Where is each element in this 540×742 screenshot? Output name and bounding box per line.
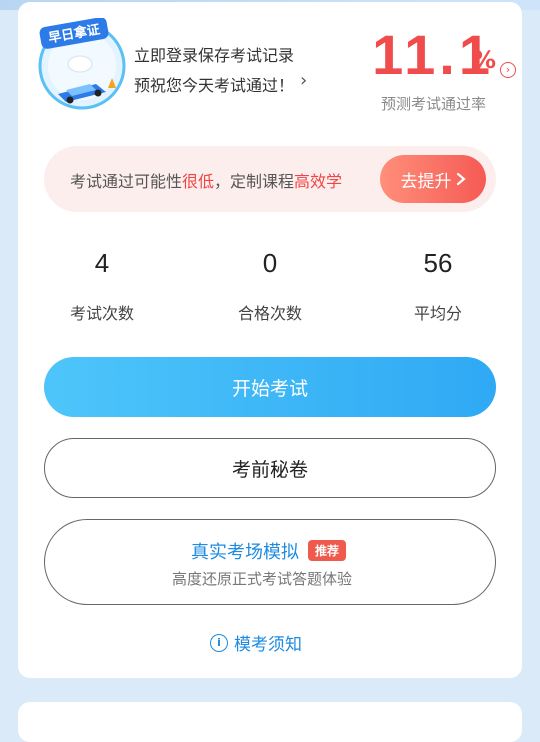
average-score-value: 56 [423, 248, 453, 278]
pass-hint-bar: 考试通过可能性很低，定制课程高效学 去提升 [44, 146, 496, 212]
hint-low: 很低 [182, 172, 215, 191]
pass-rate-unit: % [472, 46, 497, 74]
start-exam-button[interactable]: 开始考试 [44, 357, 496, 417]
badge-illustration: 早日拿证 [38, 18, 126, 110]
pass-hint-text: 考试通过可能性很低，定制课程高效学 [70, 168, 342, 192]
average-score-label: 平均分 [413, 304, 462, 323]
mock-exam-button[interactable]: 真实考场模拟 推荐 高度还原正式考试答题体验 [44, 519, 496, 605]
exam-notice-link[interactable]: i 模考须知 [210, 630, 302, 655]
login-prompt[interactable]: 立即登录保存考试记录 [134, 42, 294, 66]
recommend-badge: 推荐 [308, 540, 347, 561]
mock-exam-subtitle: 高度还原正式考试答题体验 [172, 570, 353, 588]
pass-count-label: 合格次数 [237, 304, 302, 323]
next-card [18, 702, 522, 742]
hint-middle: ，定制课程 [214, 172, 295, 191]
exam-notice-label: 模考须知 [234, 635, 302, 655]
mock-exam-title: 真实考场模拟 [191, 542, 299, 563]
improve-button[interactable]: 去提升 [380, 155, 486, 203]
hint-high: 高效学 [294, 172, 343, 191]
exam-count-value: 4 [94, 248, 110, 278]
chevron-right-icon[interactable]: › [300, 70, 307, 91]
pass-count-value: 0 [262, 248, 278, 278]
chevron-right-icon [456, 172, 466, 186]
exam-count-label: 考试次数 [69, 304, 134, 323]
info-icon: i [210, 633, 228, 652]
hint-prefix: 考试通过可能性 [70, 172, 183, 191]
improve-button-label: 去提升 [400, 171, 452, 192]
secret-paper-button[interactable]: 考前秘卷 [44, 438, 496, 498]
pass-rate-label: 预测考试通过率 [381, 95, 487, 113]
blessing-text[interactable]: 预祝您今天考试通过！ [134, 72, 294, 96]
chevron-right-icon[interactable]: › [500, 62, 516, 78]
